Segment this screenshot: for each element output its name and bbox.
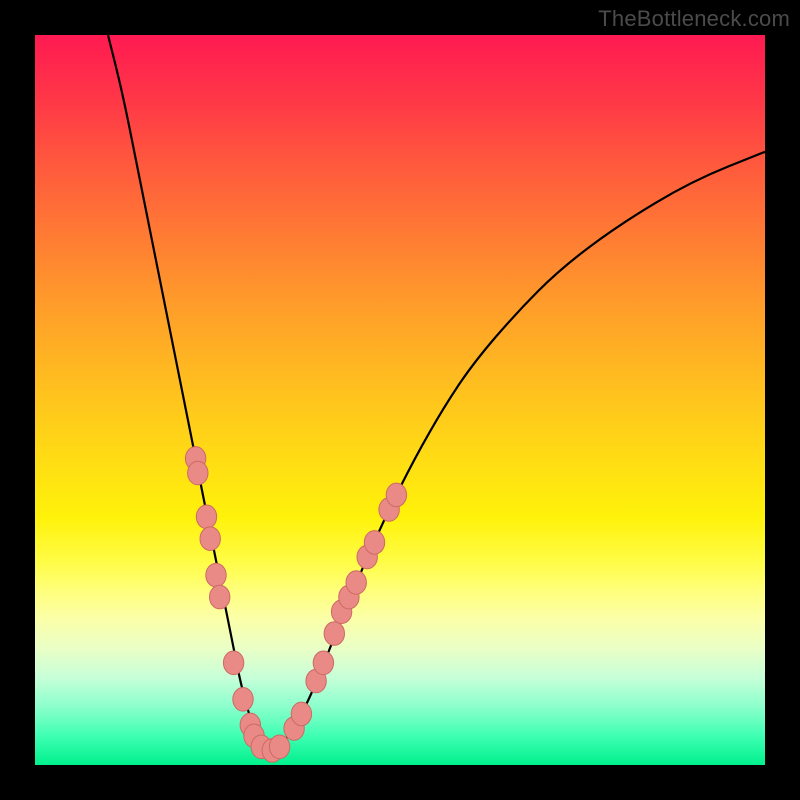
data-marker (188, 461, 208, 485)
marker-layer (185, 447, 406, 763)
data-marker (313, 651, 333, 675)
data-marker (291, 702, 311, 726)
data-marker (233, 688, 253, 712)
data-marker (269, 735, 289, 759)
curve-layer (108, 35, 765, 750)
chart-svg (35, 35, 765, 765)
chart-frame: TheBottleneck.com (0, 0, 800, 800)
data-marker (206, 563, 226, 587)
data-marker (223, 651, 243, 675)
data-marker (324, 622, 344, 646)
data-marker (200, 527, 220, 551)
bottleneck-curve (108, 35, 765, 750)
data-marker (346, 571, 366, 595)
data-marker (364, 531, 384, 555)
data-marker (196, 505, 216, 529)
data-marker (386, 483, 406, 507)
watermark-text: TheBottleneck.com (598, 6, 790, 32)
data-marker (210, 585, 230, 609)
chart-plot-area (35, 35, 765, 765)
